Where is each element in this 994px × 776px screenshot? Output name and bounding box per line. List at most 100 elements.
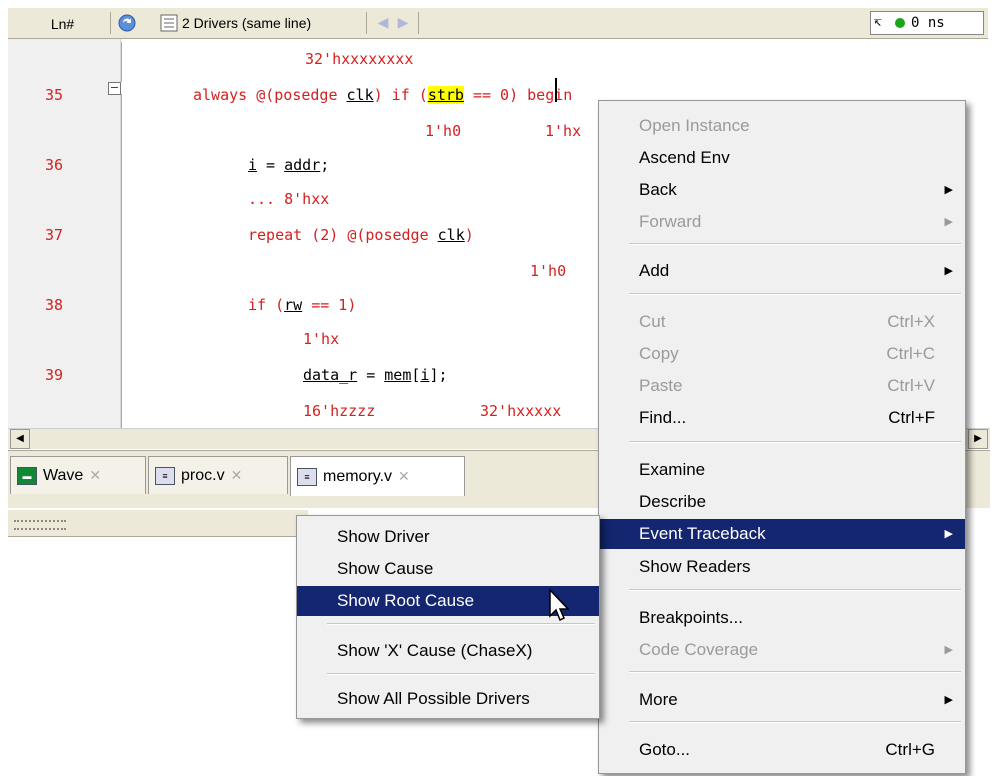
value-annotation: 1'h0 — [530, 262, 567, 280]
signal-link[interactable]: data_r — [303, 366, 357, 384]
menu-shortcut: Ctrl+G — [885, 740, 935, 759]
menu-item-show-x-cause[interactable]: Show 'X' Cause (ChaseX) — [297, 636, 599, 666]
value-annotation: 1'h0 — [425, 122, 462, 140]
tab-wave[interactable]: ▬ Wave ✕ — [10, 456, 146, 494]
menu-label: Add — [639, 261, 670, 280]
menu-item-ascend-env[interactable]: Ascend Env — [599, 143, 965, 173]
menu-item-describe[interactable]: Describe — [599, 487, 965, 517]
line-number: 38 — [45, 296, 64, 314]
menu-item-back[interactable]: Back ▶ — [599, 175, 965, 205]
value-annotation: 1'hx — [303, 330, 340, 348]
tab-label: Wave — [43, 466, 84, 484]
menu-item-event-traceback[interactable]: Event Traceback ▶ — [599, 519, 965, 549]
menu-item-show-readers[interactable]: Show Readers — [599, 552, 965, 582]
value-annotation: 1'hx — [545, 122, 582, 140]
submenu-arrow-icon: ▶ — [944, 528, 953, 540]
context-menu: Open Instance Ascend Env Back ▶ Forward ▶ … — [598, 100, 966, 774]
code-line-37[interactable]: repeat (2) @(posedge clk) — [248, 226, 474, 244]
goto-time-icon[interactable]: ↸ — [874, 12, 882, 34]
menu-separator — [629, 293, 961, 295]
scroll-left-icon[interactable]: ◀ — [10, 429, 30, 449]
next-driver-icon[interactable]: ▶ — [394, 12, 412, 34]
value-annotation: 32'hxxxxx — [480, 402, 562, 420]
signal-link-selected[interactable]: strb — [427, 86, 464, 104]
signal-link[interactable]: i — [248, 156, 257, 174]
submenu-arrow-icon: ▶ — [944, 694, 953, 706]
tab-label: memory.v — [323, 467, 393, 485]
code-line-38[interactable]: if (rw == 1) — [248, 296, 356, 314]
mouse-pointer-icon — [548, 588, 572, 624]
menu-label: Paste — [639, 376, 683, 395]
value-annotation: 16'hzzzz — [303, 402, 376, 420]
window-title-strip — [0, 0, 994, 8]
source-file-icon: ≡ — [297, 467, 317, 486]
menu-item-goto[interactable]: Goto... Ctrl+G — [599, 735, 965, 765]
menu-item-examine[interactable]: Examine — [599, 455, 965, 485]
time-value: 0 ns — [911, 15, 945, 31]
menu-item-show-cause[interactable]: Show Cause — [297, 554, 599, 584]
source-file-icon: ≡ — [155, 466, 175, 485]
signal-link[interactable]: clk — [347, 86, 374, 104]
menu-separator — [629, 441, 961, 443]
code-token: if ( — [248, 296, 285, 314]
submenu-arrow-icon: ▶ — [944, 644, 953, 656]
fold-toggle-icon[interactable]: − — [108, 82, 121, 95]
code-token: ) — [464, 226, 474, 244]
menu-item-more[interactable]: More ▶ — [599, 685, 965, 715]
status-dot-icon — [895, 18, 905, 28]
line-number: 37 — [45, 226, 64, 244]
menu-item-open-instance[interactable]: Open Instance — [599, 111, 965, 141]
toolbar-separator — [366, 12, 367, 34]
menu-item-breakpoints[interactable]: Breakpoints... — [599, 603, 965, 633]
signal-link[interactable]: clk — [438, 226, 465, 244]
code-token: always — [193, 86, 257, 104]
signal-link[interactable]: addr — [284, 156, 320, 174]
menu-item-show-all-drivers[interactable]: Show All Possible Drivers — [297, 684, 599, 714]
fold-guide — [121, 94, 122, 428]
menu-item-show-driver[interactable]: Show Driver — [297, 522, 599, 552]
submenu-arrow-icon: ▶ — [944, 265, 953, 277]
menu-item-paste[interactable]: Paste Ctrl+V — [599, 371, 965, 401]
menu-label: Open Instance — [639, 116, 750, 135]
tab-proc-v[interactable]: ≡ proc.v ✕ — [148, 456, 288, 494]
close-icon[interactable]: ✕ — [231, 467, 243, 484]
menu-label: Back — [639, 180, 677, 199]
menu-label: Describe — [639, 492, 707, 511]
signal-link[interactable]: mem — [384, 366, 411, 384]
menu-label: More — [639, 690, 678, 709]
menu-label: Show Readers — [639, 557, 751, 576]
scroll-right-icon[interactable]: ▶ — [968, 429, 988, 449]
toolbar-separator — [418, 12, 419, 34]
refresh-icon[interactable] — [116, 12, 138, 34]
submenu-arrow-icon: ▶ — [944, 216, 953, 228]
fold-guide — [121, 42, 122, 82]
menu-item-cut[interactable]: Cut Ctrl+X — [599, 307, 965, 337]
signal-link[interactable]: rw — [284, 296, 302, 314]
menu-label: Examine — [639, 460, 706, 479]
code-token: repeat — [248, 226, 312, 244]
drag-handle[interactable] — [14, 520, 66, 530]
close-icon[interactable]: ✕ — [398, 468, 410, 485]
menu-item-copy[interactable]: Copy Ctrl+C — [599, 339, 965, 369]
menu-item-code-coverage[interactable]: Code Coverage ▶ — [599, 635, 965, 665]
menu-item-find[interactable]: Find... Ctrl+F — [599, 403, 965, 433]
menu-label: Ascend Env — [639, 148, 730, 167]
close-icon[interactable]: ✕ — [89, 467, 101, 484]
menu-label: Show All Possible Drivers — [337, 689, 530, 708]
code-line-35[interactable]: always @(posedge clk) if (strb == 0) beg… — [193, 86, 572, 104]
code-line-39[interactable]: data_r = mem[i]; — [303, 366, 448, 384]
text-caret — [555, 78, 557, 102]
tab-label: proc.v — [181, 466, 225, 484]
menu-label: Show Driver — [337, 527, 430, 546]
drivers-list-icon[interactable] — [158, 12, 180, 34]
tab-memory-v[interactable]: ≡ memory.v ✕ — [290, 456, 465, 496]
menu-separator — [629, 671, 961, 673]
menu-shortcut: Ctrl+F — [888, 408, 935, 427]
line-number: 39 — [45, 366, 64, 384]
menu-item-forward[interactable]: Forward ▶ — [599, 207, 965, 237]
previous-driver-icon[interactable]: ◀ — [374, 12, 392, 34]
menu-label: Goto... — [639, 740, 691, 759]
menu-item-add[interactable]: Add ▶ — [599, 256, 965, 286]
menu-separator — [629, 243, 961, 245]
code-line-36[interactable]: i = addr; — [248, 156, 329, 174]
